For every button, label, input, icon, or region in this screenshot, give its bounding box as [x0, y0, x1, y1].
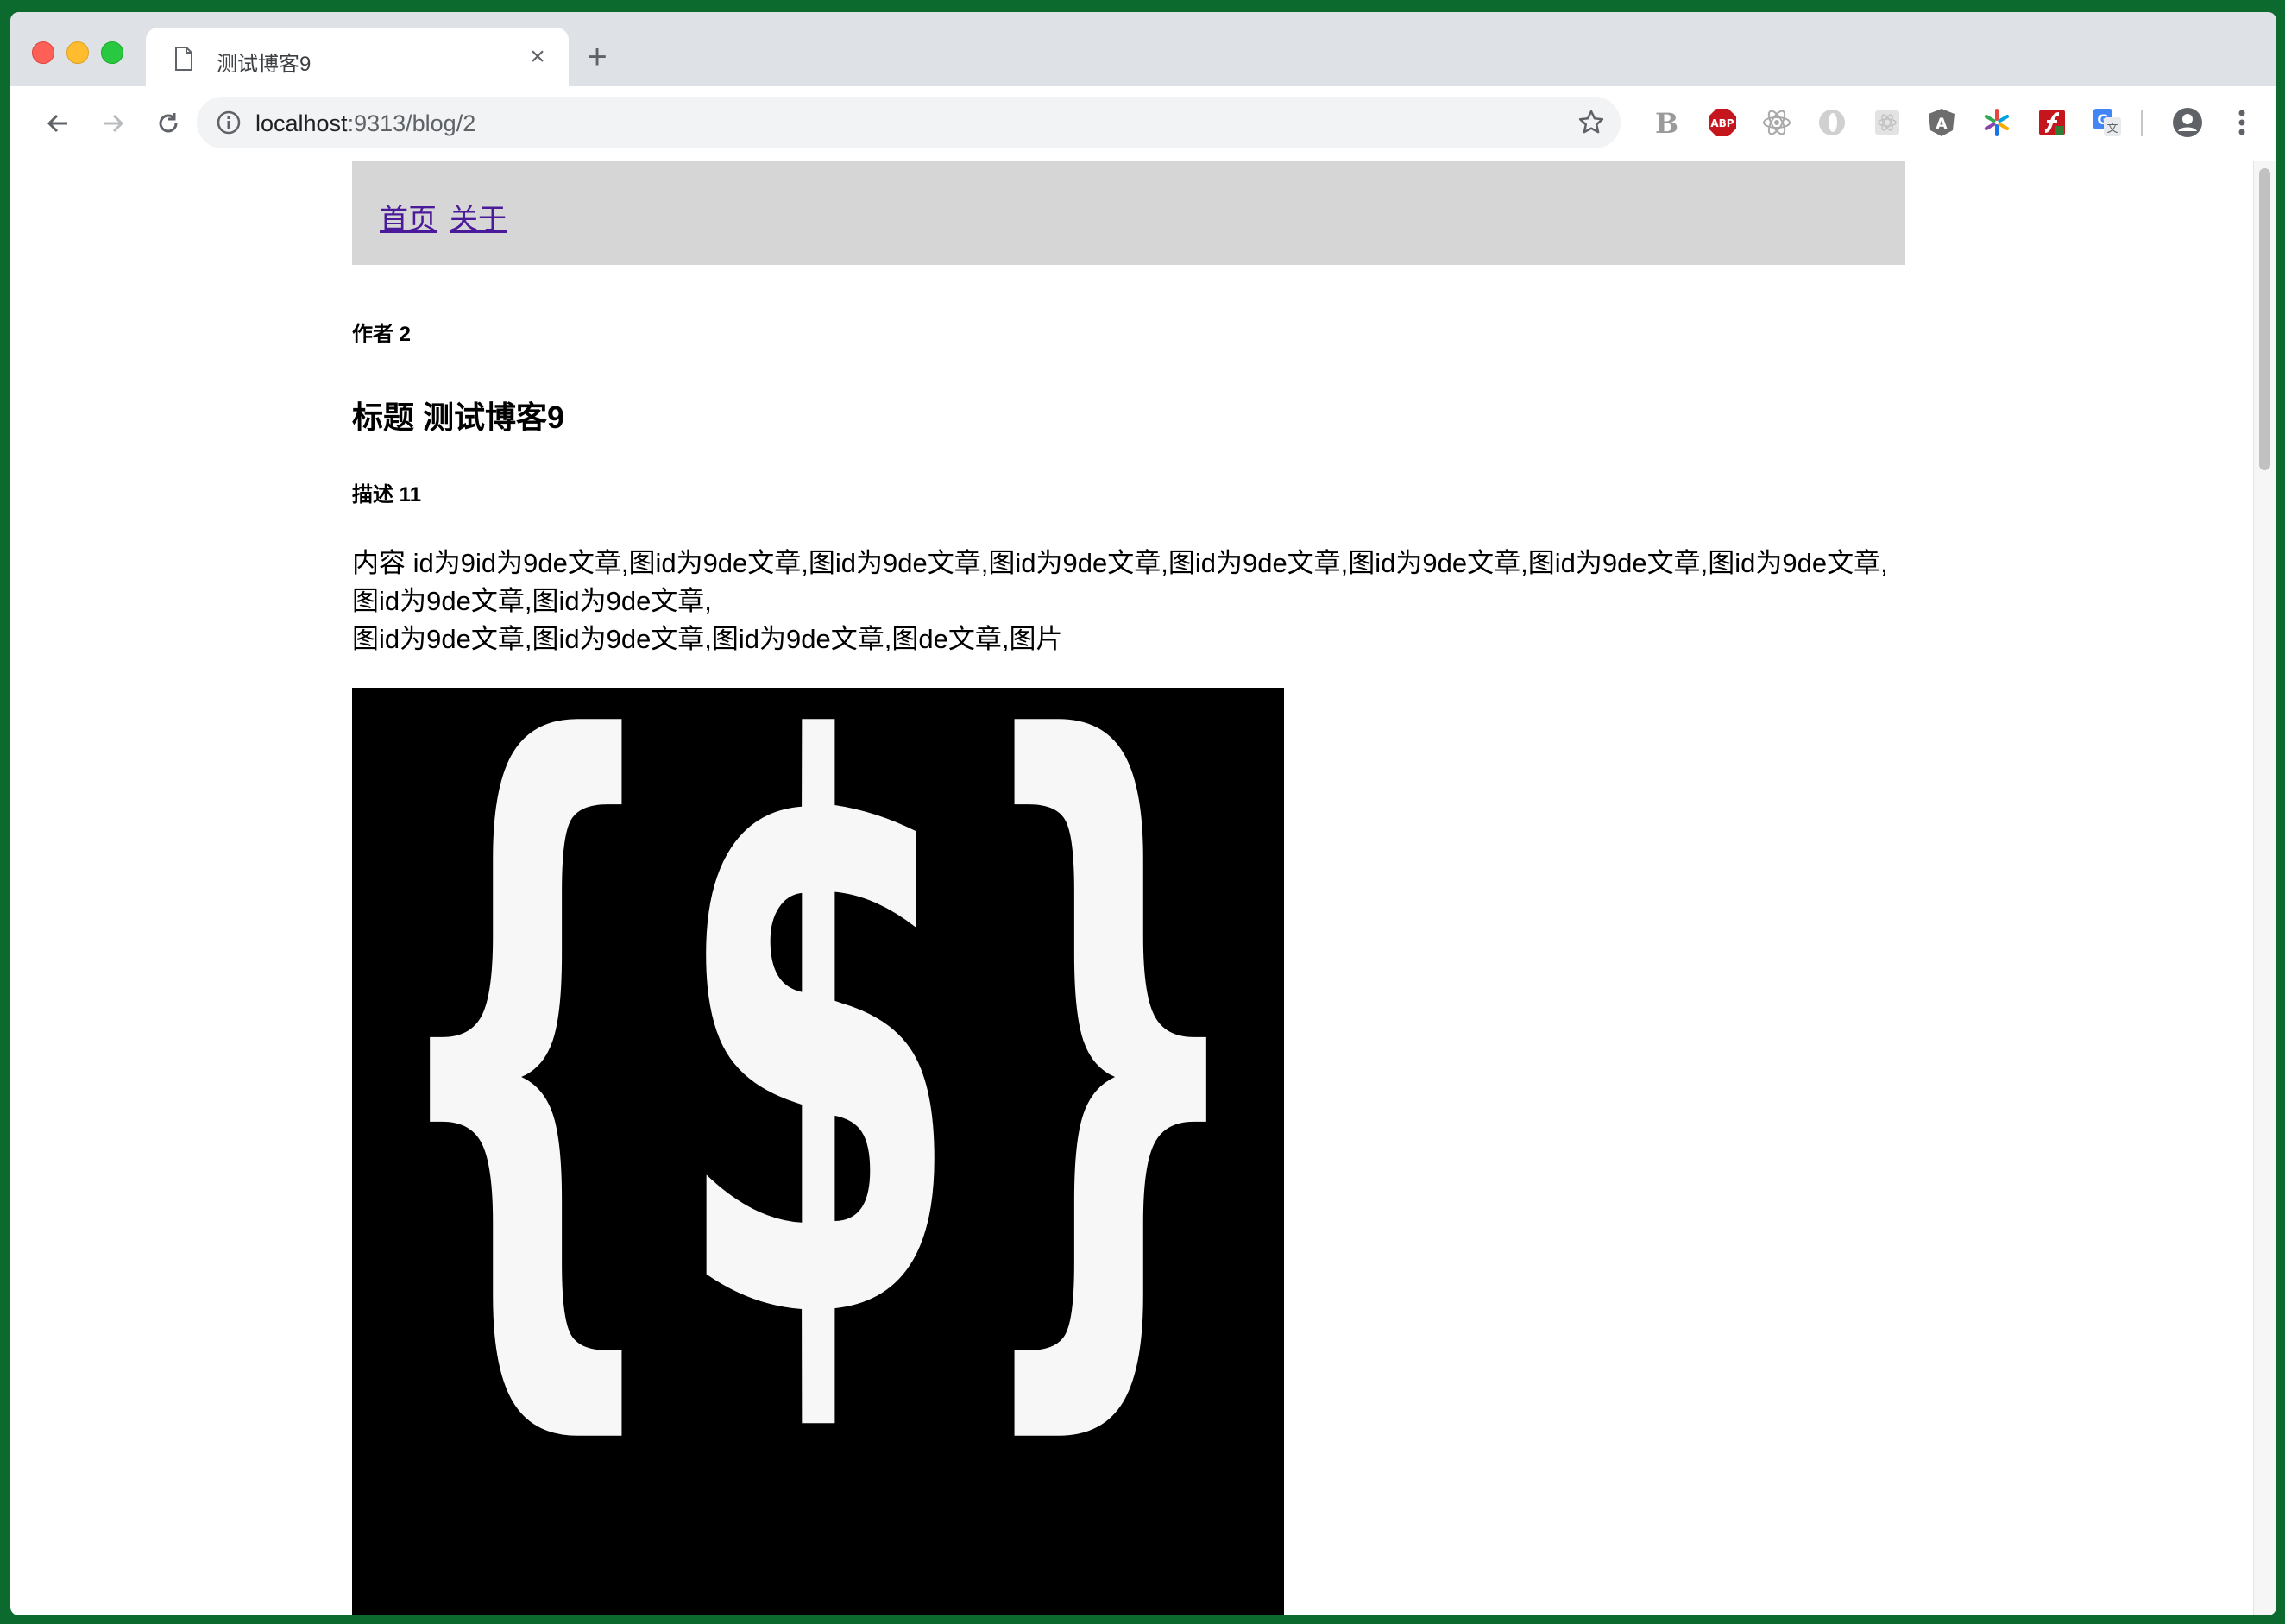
scrollbar-thumb[interactable] [2259, 168, 2270, 470]
tab-title: 测试博客9 [217, 53, 312, 76]
pinwheel-icon[interactable] [1980, 105, 2014, 140]
flash-icon[interactable] [2035, 105, 2069, 140]
reload-icon [159, 113, 178, 133]
maximize-window-button[interactable] [101, 41, 123, 64]
image-logo-text: {$} [378, 688, 1258, 1493]
minimize-window-button[interactable] [66, 41, 89, 64]
post-description: 描述 11 [352, 483, 422, 507]
post-title: 标题 测试博客9 [352, 400, 565, 435]
back-button[interactable] [38, 104, 78, 143]
document-icon [175, 47, 192, 71]
toolbar-separator [2141, 110, 2143, 136]
nav-link-home[interactable]: 首页 [380, 196, 437, 237]
tab-strip: 测试博客9 × + [10, 12, 2276, 86]
new-tab-button[interactable]: + [580, 40, 614, 76]
svg-text:文: 文 [2106, 123, 2118, 135]
arrow-right-icon [104, 114, 124, 133]
bookmark-star-icon[interactable] [1577, 109, 1605, 136]
code-dollar-logo-icon: {$} [378, 688, 1258, 1493]
svg-text:B: B [1655, 107, 1678, 138]
close-window-button[interactable] [32, 41, 54, 64]
page-viewport: 首页 关于 作者 2 标题 测试博客9 描述 11 内容 id为9id为9de文… [10, 161, 2254, 1615]
profile-avatar-icon[interactable] [2170, 105, 2205, 140]
post-author: 作者 2 [352, 323, 412, 346]
url-path: :9313/blog/2 [347, 110, 476, 136]
post-content-line: 内容 id为9id为9de文章,图id为9de文章,图id为9de文章,图id为… [352, 548, 1888, 616]
site-nav: 首页 关于 [352, 161, 1905, 265]
post-content: 内容 id为9id为9de文章,图id为9de文章,图id为9de文章,图id为… [352, 544, 1888, 658]
forward-button[interactable] [93, 104, 133, 143]
nav-link-about[interactable]: 关于 [450, 196, 507, 237]
bootstrap-icon[interactable]: B [1650, 105, 1684, 140]
svg-text:ABP: ABP [1710, 117, 1734, 129]
close-tab-icon[interactable]: × [526, 44, 550, 70]
post-image: {$} [352, 688, 1284, 1615]
arrow-left-icon [47, 114, 67, 133]
browser-tab[interactable]: 测试博客9 × [146, 28, 569, 86]
translate-icon[interactable]: G 文 [2090, 105, 2124, 140]
url-text[interactable]: localhost:9313/blog/2 [255, 110, 475, 137]
opera-icon[interactable] [1815, 105, 1849, 140]
svg-text:A: A [1936, 116, 1948, 133]
extension-icon[interactable] [1870, 105, 1904, 140]
address-bar[interactable]: localhost:9313/blog/2 [197, 97, 1621, 148]
reload-button[interactable] [148, 104, 188, 143]
vertical-scrollbar[interactable] [2253, 161, 2276, 1615]
browser-toolbar: localhost:9313/blog/2 B ABP A G 文 [10, 86, 2276, 161]
angular-icon[interactable]: A [1924, 105, 1959, 140]
menu-kebab-icon[interactable] [2225, 105, 2259, 140]
react-devtools-icon[interactable] [1759, 105, 1794, 140]
post-content-line: 图id为9de文章,图id为9de文章,图id为9de文章,图de文章,图片 [352, 624, 1063, 654]
browser-window: 测试博客9 × + localhost:9313/blog/2 B ABP A … [10, 12, 2276, 1615]
url-host: localhost [255, 110, 348, 136]
adblock-icon[interactable]: ABP [1705, 105, 1740, 140]
info-icon[interactable] [216, 110, 242, 135]
